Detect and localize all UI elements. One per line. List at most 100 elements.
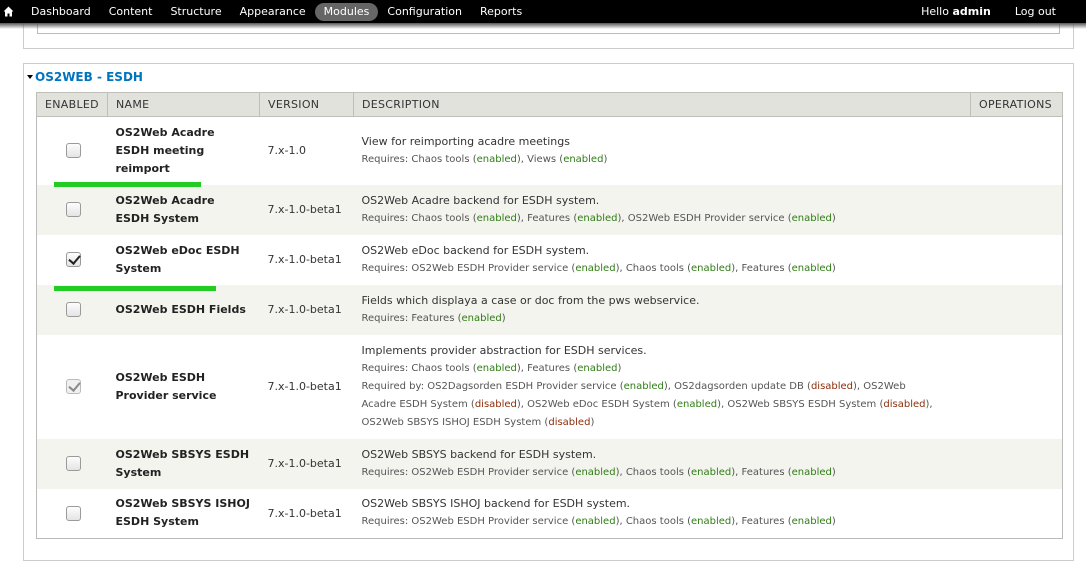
dependency-status: enabled [575, 466, 616, 478]
fieldset-legend[interactable]: OS2WEB - ESDH [27, 68, 147, 86]
dependency-status: enabled [791, 212, 832, 224]
requires-list: Requires: OS2Web ESDH Provider service (… [361, 262, 836, 274]
enable-checkbox[interactable] [66, 252, 81, 267]
required-by-label: Required by: [361, 380, 428, 392]
dependency-status: enabled [791, 516, 832, 528]
fieldset-title[interactable]: OS2WEB - ESDH [35, 70, 143, 84]
toolbar-menu: Dashboard Content Structure Appearance Modul… [22, 2, 531, 21]
table-row: OS2Web Acadre ESDH System 7.x-1.0-beta1 OS… [36, 184, 1063, 235]
header-version: VERSION [259, 92, 354, 117]
requires-label: Requires: [361, 212, 412, 224]
dependency-name: Features [741, 516, 785, 528]
enabled-cell [36, 334, 108, 439]
description-text: Fields which displaya a case or doc from… [361, 293, 700, 307]
enable-checkbox[interactable] [66, 302, 81, 317]
toolbar-item-modules[interactable]: Modules [314, 2, 379, 21]
greeting-text: Hello [921, 5, 953, 18]
dependency-status: enabled [791, 262, 832, 274]
username[interactable]: admin [952, 5, 990, 18]
modules-table: ENABLED NAME VERSION DESCRIPTION OPERATI… [36, 92, 1063, 539]
requires-list: Requires: OS2Web ESDH Provider service (… [361, 466, 836, 478]
dependency-name: Chaos tools [625, 466, 684, 478]
dependency-name: Chaos tools [625, 262, 684, 274]
user-greeting: Hello admin [921, 5, 991, 18]
module-description: OS2Web eDoc backend for ESDH system. Requ… [353, 234, 971, 285]
module-description: Fields which displaya a case or doc from… [353, 284, 971, 335]
requires-label: Requires: [361, 516, 412, 528]
module-description: OS2Web Acadre backend for ESDH system. Re… [353, 184, 971, 235]
dependency-name: OS2Web eDoc ESDH System [527, 398, 670, 410]
enabled-cell [36, 284, 108, 335]
requires-list: Requires: Chaos tools (enabled), Views (… [361, 153, 608, 165]
table-row: OS2Web SBSYS ESDH System 7.x-1.0-beta1 OS2… [36, 438, 1063, 489]
required-by-list: Required by: OS2Dagsorden ESDH Provider … [361, 380, 933, 428]
dependency-name: OS2Web ESDH Provider service [411, 466, 569, 478]
operations-cell [970, 284, 1063, 335]
module-description: Implements provider abstraction for ESDH… [353, 334, 971, 439]
module-name: OS2Web ESDH Fields [107, 284, 260, 335]
module-description: OS2Web SBSYS backend for ESDH system. Req… [353, 438, 971, 489]
dependency-status: enabled [691, 466, 732, 478]
admin-toolbar: Dashboard Content Structure Appearance Modul… [0, 0, 1086, 23]
dependency-status: disabled [474, 398, 517, 410]
dependency-status: enabled [791, 466, 832, 478]
collapse-caret-icon[interactable] [27, 75, 33, 79]
module-version: 7.x-1.0-beta1 [259, 438, 354, 489]
description-text: OS2Web SBSYS backend for ESDH system. [361, 447, 597, 461]
toolbar-item-dashboard[interactable]: Dashboard [22, 3, 100, 21]
dependency-name: Chaos tools [411, 153, 470, 165]
toolbar-shadow [0, 23, 1086, 29]
dependency-status: disabled [548, 416, 591, 428]
operations-cell [970, 234, 1063, 285]
dependency-name: Chaos tools [411, 362, 470, 374]
dependency-name: Chaos tools [411, 212, 470, 224]
requires-list: Requires: Chaos tools (enabled), Feature… [361, 362, 622, 374]
operations-cell [970, 116, 1063, 185]
toolbar-item-appearance[interactable]: Appearance [231, 3, 315, 21]
module-version: 7.x-1.0 [259, 116, 354, 185]
enable-checkbox[interactable] [66, 505, 81, 521]
highlight-bar [54, 286, 216, 291]
description-text: OS2Web SBSYS ISHOJ backend for ESDH syst… [361, 497, 631, 511]
requires-label: Requires: [361, 262, 412, 274]
header-description: DESCRIPTION [353, 92, 971, 117]
dependency-status: disabled [810, 380, 854, 392]
dependency-status: disabled [883, 398, 926, 410]
toolbar-item-content[interactable]: Content [100, 3, 162, 21]
module-version: 7.x-1.0-beta1 [259, 184, 354, 235]
dependency-status: enabled [575, 516, 616, 528]
home-icon[interactable] [0, 0, 18, 23]
header-name: NAME [107, 92, 260, 117]
dependency-status: enabled [691, 516, 732, 528]
requires-label: Requires: [361, 312, 412, 324]
dependency-name: Views [527, 153, 557, 165]
enable-checkbox[interactable] [66, 202, 81, 217]
requires-label: Requires: [361, 153, 412, 165]
enable-checkbox[interactable] [66, 456, 81, 471]
module-version: 7.x-1.0-beta1 [259, 284, 354, 335]
toolbar-item-structure[interactable]: Structure [161, 3, 230, 21]
module-name: OS2Web SBSYS ESDH System [107, 438, 260, 489]
dependency-status: enabled [461, 312, 502, 324]
requires-list: Requires: Features (enabled) [361, 312, 506, 324]
module-name: OS2Web Acadre ESDH meeting reimport [107, 116, 260, 185]
enable-checkbox[interactable] [66, 143, 81, 159]
toolbar-item-configuration[interactable]: Configuration [378, 3, 471, 21]
operations-cell [970, 488, 1063, 539]
module-name: OS2Web SBSYS ISHOJ ESDH System [107, 488, 260, 539]
logout-link[interactable]: Log out [1015, 5, 1056, 18]
dependency-status: enabled [563, 153, 604, 165]
dependency-status: enabled [623, 380, 664, 392]
dependency-name: OS2Web ESDH Provider service [411, 262, 569, 274]
toolbar-item-reports[interactable]: Reports [471, 3, 531, 21]
table-row: OS2Web ESDH Provider service 7.x-1.0-beta… [36, 334, 1063, 439]
enabled-cell [36, 438, 108, 489]
dependency-status: enabled [476, 212, 517, 224]
dependency-name: OS2Web SBSYS ISHOJ ESDH System [361, 416, 542, 428]
dependency-status: enabled [676, 398, 718, 410]
dependency-name: OS2Web ESDH Provider service [627, 212, 785, 224]
module-version: 7.x-1.0-beta1 [259, 488, 354, 539]
description-text: OS2Web Acadre backend for ESDH system. [361, 193, 600, 207]
dependency-status: enabled [577, 362, 618, 374]
header-enabled: ENABLED [36, 92, 108, 117]
